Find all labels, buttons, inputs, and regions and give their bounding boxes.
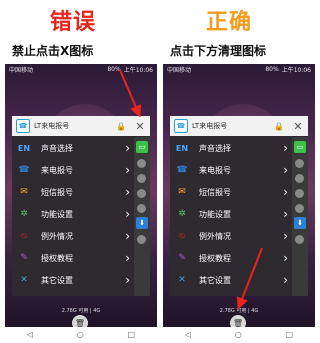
arrow-to-close-icon	[119, 69, 263, 310]
